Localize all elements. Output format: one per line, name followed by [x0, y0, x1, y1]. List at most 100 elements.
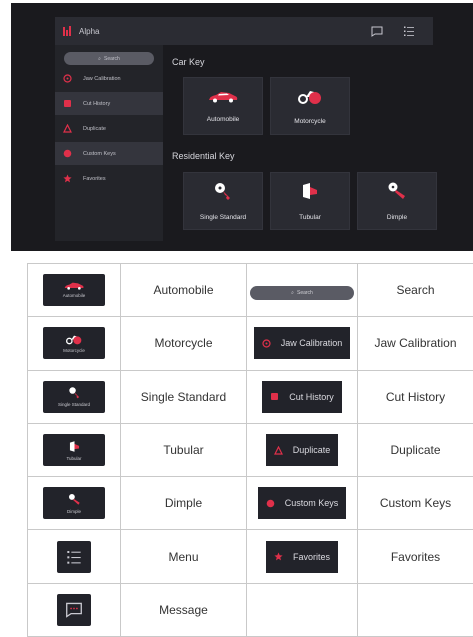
duplicate-icon	[61, 123, 73, 135]
thumbnail-caption: Dimple	[66, 508, 81, 514]
sidebar-item-jaw-calibration[interactable]: Jaw Calibration	[55, 67, 163, 90]
sidebar-item-label: Favorites	[83, 175, 106, 182]
menu-thumbnail	[57, 540, 91, 573]
custom-keys-icon	[61, 148, 73, 160]
legend-empty-cell	[357, 582, 473, 637]
app-logo-icon	[63, 26, 73, 36]
single-standard-thumbnail: Single Standard	[43, 380, 105, 413]
search-button[interactable]: ⌕ Search	[64, 52, 154, 65]
legend-image-cell: Cut History	[246, 369, 358, 424]
legend-image-cell: Automobile	[27, 262, 121, 318]
cut-history-icon	[271, 393, 279, 401]
legend-label: Favorites	[357, 529, 473, 584]
search-label: Search	[103, 55, 120, 62]
sidebar-item-favorites[interactable]: Favorites	[55, 167, 163, 190]
dimple-card[interactable]: Dimple	[357, 172, 437, 230]
legend-image-cell: Motorcycle	[27, 316, 121, 371]
tubular-key-icon	[300, 181, 320, 206]
legend-image-cell: Custom Keys	[246, 476, 358, 531]
sidebar: ⌕ Search Jaw Calibration Cut History Dup…	[55, 45, 163, 241]
custom-keys-thumbnail: Custom Keys	[257, 487, 347, 520]
dimple-key-icon	[68, 493, 80, 505]
single-standard-card[interactable]: Single Standard	[183, 172, 263, 230]
table-row: Message	[27, 582, 473, 637]
tubular-label: Tubular	[299, 214, 321, 221]
dimple-key-icon	[387, 181, 407, 206]
legend-label: Message	[120, 582, 247, 637]
thumbnail-caption: Jaw Calibration	[280, 338, 343, 349]
motorcycle-icon	[298, 87, 322, 110]
message-icon[interactable]	[369, 23, 385, 39]
sidebar-item-label: Cut History	[83, 100, 111, 107]
favorites-icon	[274, 552, 283, 561]
search-icon: ⌕	[291, 289, 294, 296]
dimple-label: Dimple	[386, 214, 408, 221]
sidebar-item-cut-history[interactable]: Cut History	[55, 92, 163, 115]
automobile-label: Automobile	[206, 115, 240, 123]
thumbnail-caption: Search	[296, 289, 313, 296]
thumbnail-caption: Motorcycle	[63, 348, 85, 354]
thumbnail-caption: Tubular	[66, 455, 82, 461]
tubular-thumbnail: Tubular	[43, 434, 105, 467]
menu-icon[interactable]	[401, 23, 417, 39]
menu-icon	[67, 550, 81, 564]
legend-image-cell: Tubular	[27, 422, 121, 478]
legend-label: Custom Keys	[357, 476, 473, 531]
thumbnail-caption: Automobile	[62, 293, 86, 299]
legend-image-cell	[27, 529, 121, 584]
app-screenshot: Alpha ⌕ Search Jaw Calibration Cut Histo…	[11, 3, 473, 251]
motorcycle-label: Motorcycle	[294, 118, 326, 125]
thumbnail-caption: Cut History	[289, 391, 334, 402]
motorcycle-card[interactable]: Motorcycle	[270, 77, 350, 135]
thumbnail-caption: Single Standard	[57, 402, 91, 408]
legend-image-cell: ⌕ Search	[246, 262, 358, 318]
legend-label: Menu	[120, 529, 247, 584]
legend-label: Dimple	[120, 476, 247, 531]
duplicate-thumbnail: Duplicate	[265, 434, 339, 467]
duplicate-icon	[273, 445, 283, 455]
sidebar-item-label: Jaw Calibration	[83, 75, 121, 82]
legend-image-cell: Dimple	[27, 476, 121, 531]
app-title: Alpha	[79, 26, 100, 36]
legend-label: Automobile	[120, 262, 247, 318]
table-row: Tubular Tubular Duplicate Duplicate	[27, 422, 473, 478]
tubular-card[interactable]: Tubular	[270, 172, 350, 230]
thumbnail-caption: Custom Keys	[284, 498, 339, 509]
automobile-card[interactable]: Automobile	[183, 77, 263, 135]
cut-history-icon	[61, 98, 73, 110]
section-title-car-key: Car Key	[172, 57, 205, 67]
message-thumbnail	[57, 593, 91, 626]
motorcycle-thumbnail: Motorcycle	[43, 327, 105, 360]
legend-image-cell: Single Standard	[27, 369, 121, 424]
sidebar-item-label: Duplicate	[83, 125, 106, 132]
sidebar-item-duplicate[interactable]: Duplicate	[55, 117, 163, 140]
message-icon	[66, 602, 82, 618]
automobile-icon	[64, 282, 84, 290]
single-standard-key-icon	[213, 181, 233, 206]
jaw-calibration-icon	[262, 339, 271, 348]
dimple-thumbnail: Dimple	[43, 487, 105, 520]
table-row: Automobile Automobile ⌕ Search Search	[27, 262, 473, 318]
legend-label: Duplicate	[357, 422, 473, 478]
automobile-thumbnail: Automobile	[43, 274, 105, 307]
legend-image-cell	[27, 582, 121, 637]
single-standard-key-icon	[68, 387, 79, 399]
legend-label: Tubular	[120, 422, 247, 478]
legend-label: Jaw Calibration	[357, 316, 473, 371]
motorcycle-icon	[66, 336, 82, 345]
legend-label: Single Standard	[120, 369, 247, 424]
sidebar-item-custom-keys[interactable]: Custom Keys	[55, 142, 163, 165]
legend-image-cell: Jaw Calibration	[246, 316, 358, 371]
jaw-calibration-icon	[61, 73, 73, 85]
cut-history-thumbnail: Cut History	[262, 380, 342, 413]
table-row: Motorcycle Motorcycle Jaw Calibration Ja…	[27, 316, 473, 371]
table-row: Menu Favorites Favorites	[27, 529, 473, 584]
legend-label: Motorcycle	[120, 316, 247, 371]
thumbnail-caption: Favorites	[292, 551, 330, 562]
table-row: Dimple Dimple Custom Keys Custom Keys	[27, 476, 473, 531]
thumbnail-caption: Duplicate	[292, 445, 331, 456]
sidebar-item-label: Custom Keys	[83, 150, 116, 157]
legend-image-cell: Duplicate	[246, 422, 358, 478]
custom-keys-icon	[266, 499, 275, 508]
search-icon: ⌕	[98, 55, 101, 62]
